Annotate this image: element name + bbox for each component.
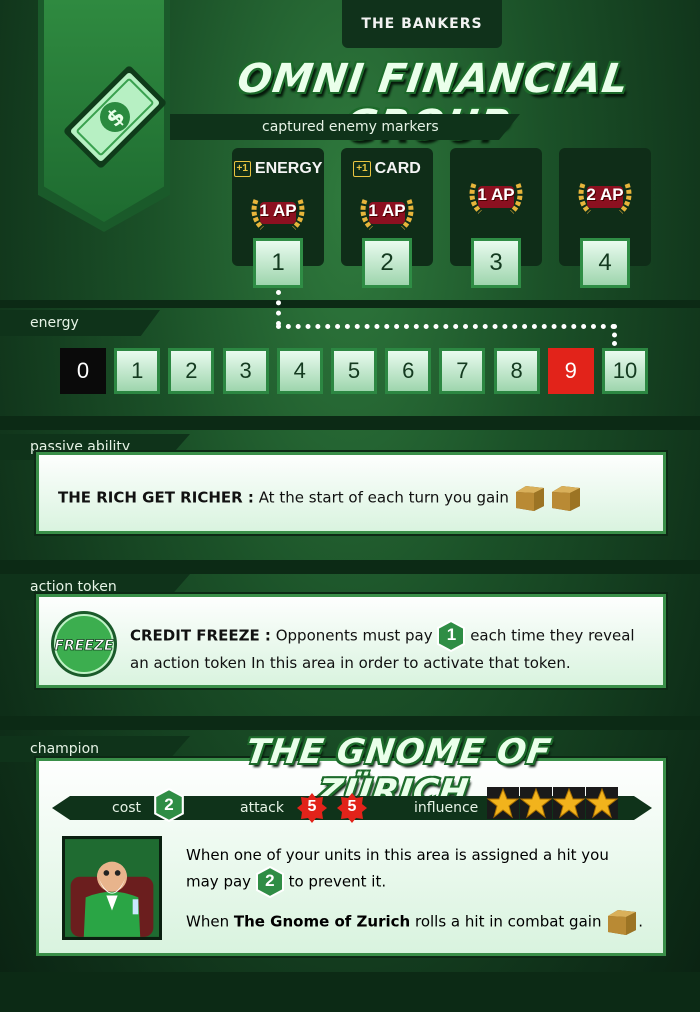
energy-step-0: 0 — [60, 348, 106, 394]
crate-icon — [515, 486, 544, 511]
attack-label: attack — [240, 800, 284, 816]
action-token-name: CREDIT FREEZE : — [130, 626, 271, 645]
marker-bonus-label: ENERGY — [254, 160, 323, 177]
action-token-text3: an action token In this area in order to… — [130, 654, 571, 672]
connector-line — [276, 324, 616, 329]
freeze-token-text: FREEZE — [54, 638, 114, 654]
energy-step-6: 6 — [385, 348, 432, 394]
ability2-champion-name: The Gnome of Zurich — [233, 912, 411, 931]
marker-number: 2 — [362, 238, 412, 288]
divider — [0, 416, 700, 430]
divider — [0, 716, 700, 730]
marker-bonus-plus: +1 — [353, 161, 371, 177]
marker-number: 4 — [580, 238, 630, 288]
faction-tab: THE BANKERS — [342, 0, 502, 48]
ap-laurel-icon: 1 AP — [466, 176, 526, 218]
energy-step-7: 7 — [439, 348, 486, 394]
captured-markers-label: captured enemy markers — [170, 114, 520, 140]
ability1-text-c: to prevent it. — [288, 872, 387, 891]
ap-laurel-icon: 1 AP — [357, 192, 417, 234]
attack-die-icon: 5 — [336, 792, 368, 824]
cost-value: 2 — [164, 795, 174, 814]
ability1-cost-value: 2 — [265, 871, 275, 890]
energy-label: energy — [0, 310, 160, 336]
marker-bonus-plus: +1 — [233, 161, 251, 177]
energy-cost-icon: 1 — [437, 619, 466, 653]
crate-icon — [552, 486, 581, 511]
ap-value: 1 AP — [477, 185, 515, 204]
influence-star-icon — [585, 786, 619, 820]
divider — [0, 300, 700, 308]
energy-step-9: 9 — [547, 348, 594, 394]
ap-value: 1 AP — [368, 201, 406, 220]
marker-bonus: +1 ENERGY — [232, 160, 324, 178]
ability1-text-a: When one of your units in this area is a… — [186, 846, 609, 864]
money-icon: $ — [64, 66, 166, 168]
divider — [0, 560, 700, 574]
passive-ability-name: THE RICH GET RICHER : — [58, 488, 254, 507]
energy-step-5: 5 — [331, 348, 377, 394]
freeze-token-icon: FREEZE — [51, 611, 117, 677]
action-token-text2: each time they reveal — [470, 626, 635, 645]
ap-value: 1 AP — [259, 201, 297, 220]
energy-cost-value: 1 — [446, 625, 457, 644]
cost-icon: 2 — [154, 787, 184, 823]
ability2-text-c: . — [638, 912, 644, 931]
ap-laurel-icon: 1 AP — [248, 192, 308, 234]
action-token-text1: Opponents must pay — [275, 626, 433, 645]
energy-step-3: 3 — [222, 348, 269, 394]
cost-label: cost — [112, 800, 142, 816]
champion-ability-2: When The Gnome of Zurich rolls a hit in … — [186, 908, 656, 936]
ability2-text-b: rolls a hit in combat gain — [415, 912, 602, 931]
connector-line — [276, 290, 281, 326]
marker-number: 3 — [471, 238, 521, 288]
marker-number: 1 — [253, 238, 303, 288]
connector-line — [612, 324, 617, 346]
ap-laurel-icon: 2 AP — [575, 176, 635, 218]
passive-ability-panel: THE RICH GET RICHER : At the start of ea… — [34, 450, 668, 536]
attack-value: 5 — [347, 798, 357, 815]
marker-bonus: +1 CARD — [341, 160, 433, 178]
footer-band — [0, 972, 700, 1012]
marker-bonus-label: CARD — [374, 160, 421, 177]
energy-step-4: 4 — [276, 348, 323, 394]
ability1-text-b: may pay — [186, 872, 252, 891]
energy-step-2: 2 — [168, 348, 215, 394]
champion-ability-1: When one of your units in this area is a… — [186, 844, 656, 899]
influence-label: influence — [414, 800, 479, 816]
energy-step-1: 1 — [114, 348, 161, 394]
passive-ability-text: At the start of each turn you gain — [258, 488, 509, 507]
attack-die-icon: 5 — [296, 792, 328, 824]
energy-step-10: 10 — [602, 348, 648, 394]
influence-star-icon — [486, 786, 520, 820]
influence-star-icon — [519, 786, 553, 820]
ability2-text-a: When — [186, 912, 230, 931]
influence-star-icon — [552, 786, 586, 820]
crate-icon — [608, 910, 637, 935]
energy-step-8: 8 — [493, 348, 540, 394]
energy-cost-icon: 2 — [255, 865, 284, 899]
action-token-panel: FREEZE CREDIT FREEZE : Opponents must pa… — [34, 592, 668, 690]
champion-portrait — [62, 836, 162, 940]
attack-value: 5 — [307, 798, 317, 815]
ap-value: 2 AP — [586, 185, 624, 204]
